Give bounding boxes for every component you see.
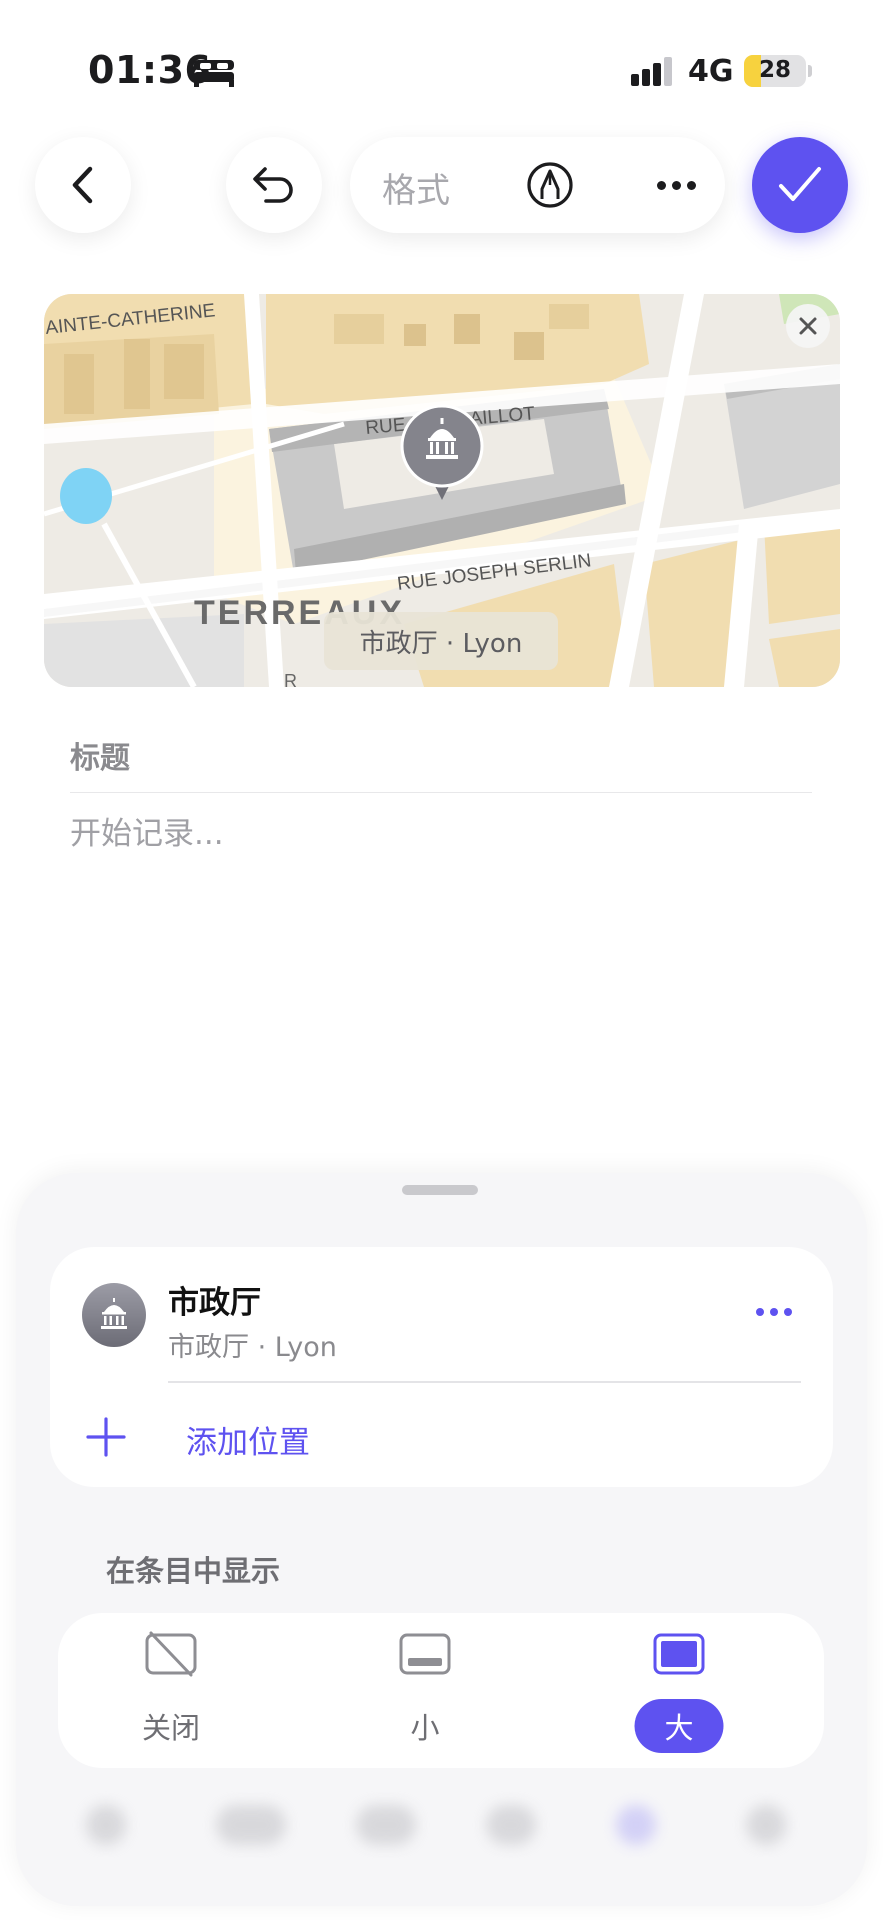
blurred-toolbar-background — [16, 1783, 867, 1873]
signal-icon — [631, 57, 672, 86]
map-large-icon — [653, 1633, 705, 1675]
size-label-large: 大 — [634, 1699, 724, 1753]
place-more-button[interactable] — [748, 1297, 800, 1327]
location-sheet: 市政厅 市政厅 · Lyon 添加位置 在条目中显示 关闭 小 大 — [16, 1173, 867, 1906]
size-option-small[interactable]: 小 — [355, 1631, 495, 1751]
place-name: 市政厅 — [168, 1285, 261, 1321]
note-body-field[interactable]: 开始记录... — [70, 808, 224, 853]
map-close-button[interactable] — [786, 304, 830, 348]
size-option-off[interactable]: 关闭 — [101, 1631, 241, 1751]
undo-icon — [253, 167, 293, 203]
add-location-button[interactable]: 添加位置 — [80, 1407, 480, 1467]
map-preview[interactable]: AINTE-CATHERINE RUE DES GAILLOT RUE JOSE… — [44, 294, 840, 687]
bed-icon — [194, 60, 234, 87]
note-title-field[interactable]: 标题 — [70, 733, 130, 777]
size-label-small: 小 — [410, 1711, 440, 1745]
display-section-title: 在条目中显示 — [106, 1554, 281, 1588]
city-hall-icon[interactable] — [400, 404, 484, 500]
more-button[interactable] — [648, 165, 704, 205]
network-label: 4G — [688, 54, 734, 89]
format-button[interactable]: 格式 — [382, 163, 450, 212]
ellipsis-icon — [656, 180, 666, 190]
location-card: 市政厅 市政厅 · Lyon 添加位置 — [50, 1247, 833, 1487]
sheet-grabber[interactable] — [402, 1185, 478, 1195]
map-caption: 市政厅 · Lyon — [324, 612, 558, 670]
battery-level: 28 — [758, 57, 791, 83]
title-divider — [70, 792, 812, 793]
street-label-cut: R — [284, 671, 297, 687]
location-divider — [168, 1381, 801, 1383]
size-label-off: 关闭 — [141, 1711, 201, 1745]
checkmark-icon — [779, 167, 821, 201]
place-subtitle: 市政厅 · Lyon — [168, 1332, 337, 1363]
close-icon — [799, 317, 817, 335]
status-bar: 01:36 4G 28 — [0, 0, 883, 130]
ellipsis-icon — [756, 1308, 764, 1316]
size-option-large[interactable]: 大 — [609, 1631, 749, 1753]
place-avatar — [82, 1283, 146, 1347]
format-toolbar: 格式 — [350, 137, 725, 233]
chevron-left-icon — [72, 166, 93, 204]
city-hall-icon — [101, 1298, 127, 1329]
done-button[interactable] — [752, 137, 848, 233]
undo-button[interactable] — [226, 137, 322, 233]
battery-nub — [808, 65, 812, 77]
battery-indicator: 28 — [744, 55, 806, 87]
map-off-icon — [145, 1631, 197, 1677]
map-size-selector: 关闭 小 大 — [58, 1613, 824, 1768]
back-button[interactable] — [35, 137, 131, 233]
add-location-label: 添加位置 — [186, 1425, 310, 1461]
plus-icon — [86, 1417, 126, 1457]
map-small-icon — [399, 1633, 451, 1675]
pen-circle-icon[interactable] — [526, 161, 574, 209]
